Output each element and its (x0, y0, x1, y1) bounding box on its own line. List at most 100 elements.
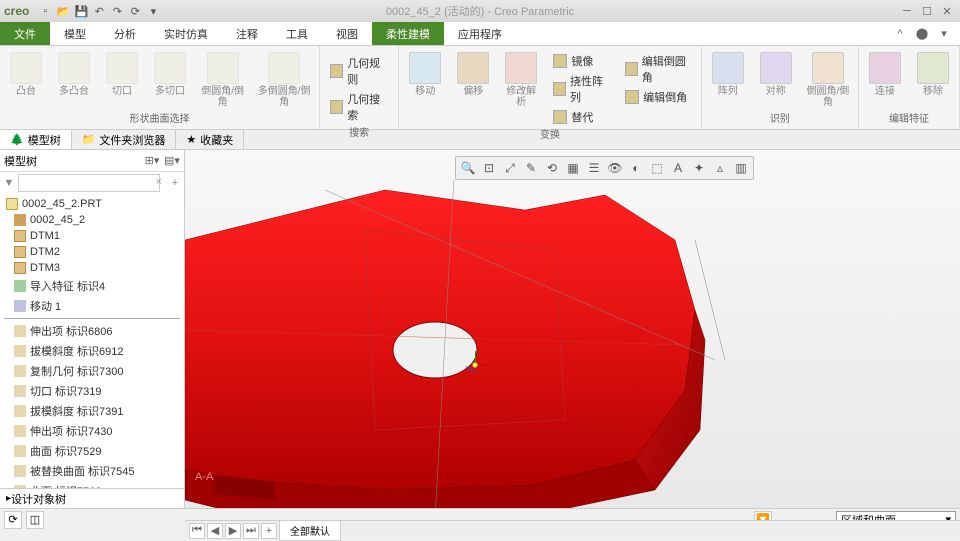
qat-save-icon[interactable]: 💾 (73, 3, 89, 19)
edit-round-icon (625, 62, 638, 76)
panel-model-tree[interactable]: 🌲模型树 (0, 130, 72, 149)
btn-flex-pattern[interactable]: 挠性阵列 (551, 72, 611, 106)
tab-annotate[interactable]: 注释 (222, 22, 272, 45)
vt-annotation-icon[interactable]: A (668, 158, 688, 178)
tree-node-hist-5[interactable]: 伸出项 标识7430 (0, 421, 184, 441)
btn-modify-analytic[interactable]: 修改解析 (503, 52, 539, 108)
tree-node-hist-0[interactable]: 伸出项 标识6806 (0, 321, 184, 341)
btn-remove[interactable]: 移除 (915, 52, 951, 97)
tab-model[interactable]: 模型 (50, 22, 100, 45)
tl-last-icon[interactable]: ⏭ (243, 523, 259, 539)
maximize-icon[interactable]: ☐ (918, 3, 936, 19)
vt-zoom-fit-icon[interactable]: ⊡ (479, 158, 499, 178)
tree-node-dtm2[interactable]: DTM2 (0, 244, 184, 260)
vt-repaint-icon[interactable]: ✎ (521, 158, 541, 178)
tab-analysis[interactable]: 分析 (100, 22, 150, 45)
sb-regen-icon[interactable]: ⟳ (4, 511, 22, 529)
tab-tools[interactable]: 工具 (272, 22, 322, 45)
ribbon-min-icon[interactable]: ^ (892, 26, 908, 42)
model-tree[interactable]: 0002_45_2.PRT 0002_45_2 DTM1 DTM2 DTM3 导… (0, 194, 184, 488)
folder-icon: 📁 (82, 133, 96, 146)
qat-windows-icon[interactable]: ▾ (145, 3, 161, 19)
rec-pattern-icon (712, 52, 744, 84)
btn-geom-rule[interactable]: 几何规则 (328, 54, 390, 88)
panel-favorites[interactable]: ★收藏夹 (176, 130, 244, 149)
tree-show-icon[interactable]: ▤▾ (164, 153, 180, 169)
tree-node-hist-1[interactable]: 拔模斜度 标识6912 (0, 341, 184, 361)
btn-multi-boss[interactable]: 多凸台 (56, 52, 92, 97)
btn-boss[interactable]: 凸台 (8, 52, 44, 97)
btn-rec-round[interactable]: 倒圆角/倒角 (806, 52, 850, 108)
btn-multi-cut[interactable]: 多切口 (152, 52, 188, 97)
btn-multi-round[interactable]: 多倒圆角/倒角 (257, 52, 311, 108)
btn-rec-pattern[interactable]: 阵列 (710, 52, 746, 97)
tab-applications[interactable]: 应用程序 (444, 22, 516, 45)
btn-rec-symmetry[interactable]: 对称 (758, 52, 794, 97)
tl-first-icon[interactable]: ⏮ (189, 523, 205, 539)
app-logo: creo (4, 4, 29, 18)
sb-3d-icon[interactable]: ◫ (26, 511, 44, 529)
tree-node-hist-8[interactable]: 曲面 标识7562 (0, 481, 184, 488)
btn-edit-round[interactable]: 编辑倒圆角 (623, 52, 693, 86)
tree-node-hist-7[interactable]: 被替换曲面 标识7545 (0, 461, 184, 481)
tree-node-move1[interactable]: 移动 1 (0, 296, 184, 316)
btn-attach[interactable]: 连接 (867, 52, 903, 97)
tree-node-root[interactable]: 0002_45_2.PRT (0, 196, 184, 212)
btn-geom-search[interactable]: 几何搜索 (328, 90, 390, 124)
btn-move[interactable]: 移动 (407, 52, 443, 97)
tree-node-hist-2[interactable]: 复制几何 标识7300 (0, 361, 184, 381)
qat-redo-icon[interactable]: ↷ (109, 3, 125, 19)
btn-mirror[interactable]: 镜像 (551, 52, 611, 70)
vt-spin-icon[interactable]: ⟲ (542, 158, 562, 178)
tree-node-dtm3[interactable]: DTM3 (0, 260, 184, 276)
attach-icon (869, 52, 901, 84)
filter-add-icon[interactable]: + (168, 177, 182, 189)
vt-grid-icon[interactable]: ▥ (731, 158, 751, 178)
help-icon[interactable]: ▾ (936, 26, 952, 42)
vt-render-icon[interactable]: ✦ (689, 158, 709, 178)
vt-zoom-in-icon[interactable]: 🔍 (458, 158, 478, 178)
tab-live-sim[interactable]: 实时仿真 (150, 22, 222, 45)
tree-node-hist-6[interactable]: 曲面 标识7529 (0, 441, 184, 461)
close-icon[interactable]: ✕ (938, 3, 956, 19)
tree-node-import[interactable]: 导入特征 标识4 (0, 276, 184, 296)
vt-saved-view-icon[interactable]: ▦ (563, 158, 583, 178)
vt-layer-icon[interactable]: ☰ (584, 158, 604, 178)
qat-undo-icon[interactable]: ↶ (91, 3, 107, 19)
design-object-tree-header[interactable]: ▸ 设计对象树 (0, 488, 184, 508)
vt-style-icon[interactable]: ◐ (626, 158, 646, 178)
tree-filter-input[interactable] (18, 174, 160, 192)
tree-title: 模型树 (4, 153, 37, 169)
tab-file[interactable]: 文件 (0, 22, 50, 45)
vt-perspective-icon[interactable]: ⬚ (647, 158, 667, 178)
qat-new-icon[interactable]: ▫ (37, 3, 53, 19)
btn-substitute[interactable]: 替代 (551, 108, 611, 126)
search-icon[interactable]: ⬤ (914, 26, 930, 42)
tl-next-icon[interactable]: ▶ (225, 523, 241, 539)
tree-node-hist-4[interactable]: 拔模斜度 标识7391 (0, 401, 184, 421)
qat-open-icon[interactable]: 📂 (55, 3, 71, 19)
panel-folder-browser[interactable]: 📁文件夹浏览器 (72, 130, 177, 149)
tree-node-csys[interactable]: 0002_45_2 (0, 212, 184, 228)
btn-edit-chamfer[interactable]: 编辑倒角 (623, 88, 693, 106)
tl-default-tab[interactable]: 全部默认 (279, 520, 341, 541)
vt-refit-icon[interactable]: ⤢ (500, 158, 520, 178)
tl-prev-icon[interactable]: ◀ (207, 523, 223, 539)
btn-cut[interactable]: 切口 (104, 52, 140, 97)
vt-snap-icon[interactable]: ▵ (710, 158, 730, 178)
graphics-viewport[interactable]: 🔍 ⊡ ⤢ ✎ ⟲ ▦ ☰ 👁 ◐ ⬚ A ✦ ▵ ▥ (185, 150, 960, 508)
tree-node-dtm1[interactable]: DTM1 (0, 228, 184, 244)
vt-named-view-icon[interactable]: 👁 (605, 158, 625, 178)
tab-flexible-modeling[interactable]: 柔性建模 (372, 22, 444, 45)
minimize-icon[interactable]: ─ (898, 3, 916, 19)
filter-icon[interactable]: ▼ (2, 177, 16, 189)
ribbon-group-recognize: 阵列 对称 倒圆角/倒角 识别 (702, 46, 859, 129)
btn-offset[interactable]: 偏移 (455, 52, 491, 97)
btn-round-chamfer[interactable]: 倒圆角/倒角 (200, 52, 245, 108)
qat-regen-icon[interactable]: ⟳ (127, 3, 143, 19)
tl-add-icon[interactable]: + (261, 523, 277, 539)
tab-view[interactable]: 视图 (322, 22, 372, 45)
tree-node-hist-3[interactable]: 切口 标识7319 (0, 381, 184, 401)
tree-settings-icon[interactable]: ⊞▾ (144, 153, 160, 169)
filter-clear-icon[interactable]: × (156, 176, 162, 188)
